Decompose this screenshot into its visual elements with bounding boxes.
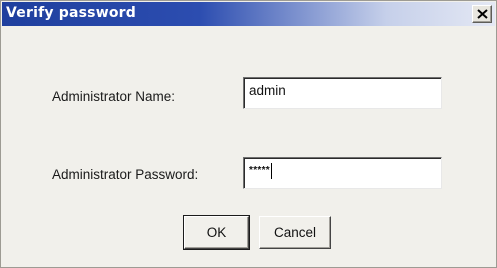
administrator-password-field[interactable]: ***** <box>243 157 442 189</box>
administrator-name-field[interactable]: admin <box>243 77 442 109</box>
verify-password-dialog: Verify password Administrator Name: admi… <box>0 0 497 268</box>
administrator-name-value: admin <box>249 83 286 98</box>
ok-button[interactable]: OK <box>184 216 249 249</box>
text-caret <box>270 163 272 179</box>
administrator-name-label: Administrator Name: <box>52 89 176 104</box>
dialog-title: Verify password <box>6 5 136 21</box>
cancel-button[interactable]: Cancel <box>259 216 331 249</box>
ok-button-focus-frame: OK <box>183 215 250 250</box>
close-icon <box>477 9 488 19</box>
administrator-password-value: ***** <box>249 165 270 176</box>
administrator-password-label: Administrator Password: <box>52 167 199 182</box>
close-button[interactable] <box>472 5 492 23</box>
title-bar[interactable]: Verify password <box>2 2 495 26</box>
